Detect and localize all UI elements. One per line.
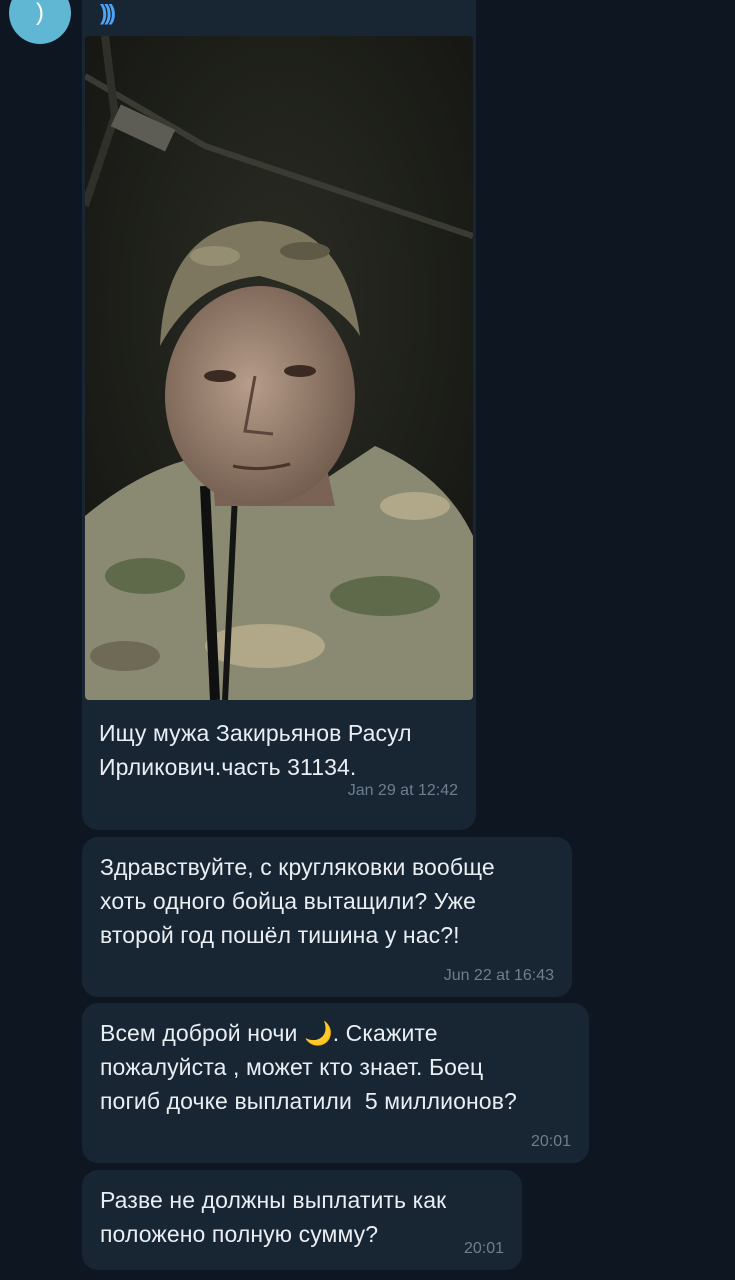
message-bubble[interactable]: Разве не должны выплатить как положено п… [82, 1170, 522, 1270]
message-text: Здравствуйте, с кругляковки вообще хоть … [100, 854, 495, 948]
message-time: Jun 22 at 16:43 [443, 967, 554, 984]
message-bubble-photo[interactable]: ))) Ищу мужа Закирьянов Расул Ирликович.… [82, 0, 476, 830]
sender-avatar[interactable]: ) [9, 0, 71, 44]
message-time: Jan 29 at 12:42 [347, 782, 458, 799]
message-bubble[interactable]: Всем доброй ночи 🌙. Скажите пожалуйста ,… [82, 1003, 589, 1163]
message-time: 20:01 [463, 1240, 504, 1257]
message-text: Разве не должны выплатить как положено п… [100, 1187, 447, 1247]
message-time: 20:01 [530, 1133, 571, 1150]
avatar-initial: ) [36, 0, 44, 26]
message-text-part: Всем доброй ночи [100, 1020, 304, 1046]
portrait-photo [85, 36, 473, 700]
message-text: Всем доброй ночи 🌙. Скажите пожалуйста ,… [100, 1016, 517, 1118]
message-bubble[interactable]: Здравствуйте, с кругляковки вообще хоть … [82, 837, 572, 997]
message-photo[interactable] [85, 36, 473, 700]
crescent-moon-icon: 🌙 [303, 1020, 333, 1046]
voice-wave-icon: ))) [100, 0, 116, 25]
chat-view: ) ))) Ищу мужа Закирьянов Расул Ирликови… [0, 0, 735, 1280]
message-caption: Ищу мужа Закирьянов Расул Ирликович.част… [99, 720, 412, 780]
